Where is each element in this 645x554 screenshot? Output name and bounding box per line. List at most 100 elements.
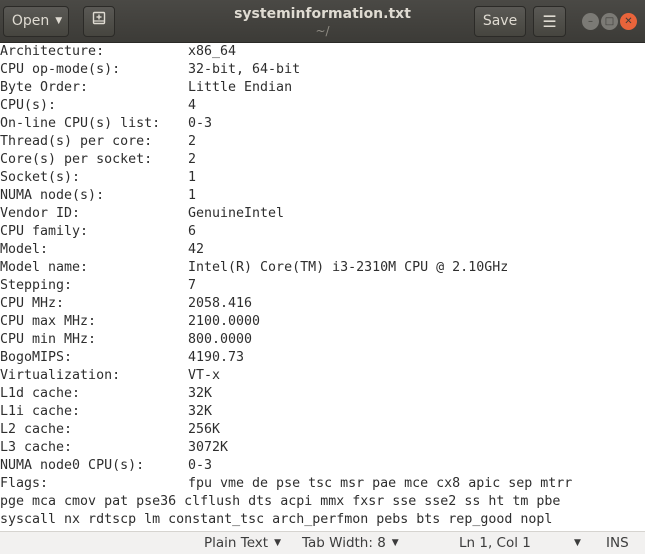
window-title: systeminformation.txt — [234, 6, 411, 22]
chevron-down-icon: ▼ — [574, 538, 581, 548]
text-line: CPU max MHz: 2100.0000 — [0, 313, 645, 331]
text-line: L3 cache: 3072K — [0, 439, 645, 457]
minimize-button[interactable]: – — [582, 13, 599, 30]
line-key: Stepping: — [0, 278, 73, 293]
line-value: 32K — [188, 386, 213, 401]
line-value: 2 — [188, 134, 197, 149]
line-value: 2100.0000 — [188, 314, 261, 329]
line-key: Core(s) per socket: — [0, 152, 153, 167]
line-value: 800.0000 — [188, 332, 253, 347]
text-line: L1d cache: 32K — [0, 385, 645, 403]
window-subtitle: ~/ — [315, 24, 330, 38]
line-value: 42 — [188, 242, 205, 257]
text-line: CPU(s): 4 — [0, 97, 645, 115]
header-bar: Open ▼ systeminformation.txt ~/ Save ☰ –… — [0, 0, 645, 43]
text-line: L1i cache: 32K — [0, 403, 645, 421]
menu-button[interactable]: ☰ — [533, 6, 566, 37]
text-line: Model: 42 — [0, 241, 645, 259]
text-line: NUMA node0 CPU(s): 0-3 — [0, 457, 645, 475]
maximize-icon: □ — [604, 16, 615, 27]
new-tab-button[interactable] — [83, 6, 115, 37]
position-dropdown[interactable]: ▼ — [568, 532, 581, 554]
line-key: Vendor ID: — [0, 206, 81, 221]
line-key: Model: — [0, 242, 49, 257]
line-value: 256K — [188, 422, 221, 437]
text-line-wrapped: syscall nx rdtscp lm constant_tsc arch_p… — [0, 512, 553, 527]
tab-width-selector[interactable]: Tab Width: 8 ▼ — [302, 532, 399, 554]
open-button-label: Open — [11, 13, 50, 29]
line-value: 1 — [188, 170, 197, 185]
language-selector[interactable]: Plain Text ▼ — [204, 532, 281, 554]
minimize-icon: – — [588, 16, 593, 27]
line-key: Flags: — [0, 476, 49, 491]
line-value: fpu vme de pse tsc msr pae mce cx8 apic … — [188, 476, 573, 491]
save-button[interactable]: Save — [474, 6, 526, 37]
line-value: 1 — [188, 188, 197, 203]
line-value: Little Endian — [188, 80, 293, 95]
line-key: L2 cache: — [0, 422, 73, 437]
text-editor-view[interactable]: Architecture: x86_64 CPU op-mode(s): 32-bit… — [0, 43, 645, 531]
window-title-area: systeminformation.txt ~/ — [200, 5, 445, 39]
line-value: 3072K — [188, 440, 229, 455]
text-line: Core(s) per socket: 2 — [0, 151, 645, 169]
close-icon: ✕ — [624, 16, 633, 27]
line-value: x86_64 — [188, 44, 237, 59]
text-line: L2 cache: 256K — [0, 421, 645, 439]
line-value: 32-bit, 64-bit — [188, 62, 301, 77]
text-line: Vendor ID: GenuineIntel — [0, 205, 645, 223]
line-key: Byte Order: — [0, 80, 89, 95]
close-button[interactable]: ✕ — [620, 13, 637, 30]
insert-mode-indicator[interactable]: INS — [606, 532, 629, 554]
line-value: 32K — [188, 404, 213, 419]
maximize-button[interactable]: □ — [601, 13, 618, 30]
line-key: Thread(s) per core: — [0, 134, 153, 149]
open-button[interactable]: Open ▼ — [3, 6, 69, 37]
new-document-icon — [92, 7, 106, 36]
hamburger-menu-icon: ☰ — [542, 12, 557, 31]
insert-mode-label: INS — [606, 535, 629, 551]
text-line-wrapped: pge mca cmov pat pse36 clflush dts acpi … — [0, 494, 561, 509]
text-line: Byte Order: Little Endian — [0, 79, 645, 97]
line-key: L1d cache: — [0, 386, 81, 401]
text-line: On-line CPU(s) list: 0-3 — [0, 115, 645, 133]
chevron-down-icon: ▼ — [55, 16, 63, 26]
line-value: 0-3 — [188, 458, 213, 473]
line-value: GenuineIntel — [188, 206, 285, 221]
line-value: 4 — [188, 98, 197, 113]
text-line: CPU op-mode(s): 32-bit, 64-bit — [0, 61, 645, 79]
line-key: CPU min MHz: — [0, 332, 97, 347]
line-key: CPU(s): — [0, 98, 57, 113]
text-line: NUMA node(s): 1 — [0, 187, 645, 205]
line-value: 0-3 — [188, 116, 213, 131]
line-value: 6 — [188, 224, 197, 239]
line-key: CPU op-mode(s): — [0, 62, 121, 77]
text-line: Architecture: x86_64 — [0, 43, 645, 61]
line-value: 2058.416 — [188, 296, 253, 311]
line-key: Model name: — [0, 260, 89, 275]
tab-width-label: Tab Width: 8 — [302, 535, 386, 551]
line-key: L1i cache: — [0, 404, 81, 419]
save-button-label: Save — [482, 13, 518, 29]
text-line: Thread(s) per core: 2 — [0, 133, 645, 151]
line-key: CPU max MHz: — [0, 314, 97, 329]
line-key: NUMA node(s): — [0, 188, 105, 203]
line-key: On-line CPU(s) list: — [0, 116, 161, 131]
language-label: Plain Text — [204, 535, 269, 551]
line-key: Socket(s): — [0, 170, 81, 185]
chevron-down-icon: ▼ — [391, 538, 399, 548]
line-key: NUMA node0 CPU(s): — [0, 458, 145, 473]
text-line: BogoMIPS: 4190.73 — [0, 349, 645, 367]
text-line: Socket(s): 1 — [0, 169, 645, 187]
text-line: Flags: fpu vme de pse tsc msr pae mce cx8… — [0, 475, 645, 493]
line-value: VT-x — [188, 368, 221, 383]
line-value: 7 — [188, 278, 197, 293]
line-key: CPU MHz: — [0, 296, 65, 311]
line-value: 2 — [188, 152, 197, 167]
chevron-down-icon: ▼ — [274, 538, 281, 548]
text-line: Virtualization: VT-x — [0, 367, 645, 385]
text-line: CPU min MHz: 800.0000 — [0, 331, 645, 349]
line-value: Intel(R) Core(TM) i3-2310M CPU @ 2.10GHz — [188, 260, 509, 275]
text-line: Model name: Intel(R) Core(TM) i3-2310M CP… — [0, 259, 645, 277]
line-key: BogoMIPS: — [0, 350, 73, 365]
cursor-position[interactable]: Ln 1, Col 1 — [459, 532, 531, 554]
